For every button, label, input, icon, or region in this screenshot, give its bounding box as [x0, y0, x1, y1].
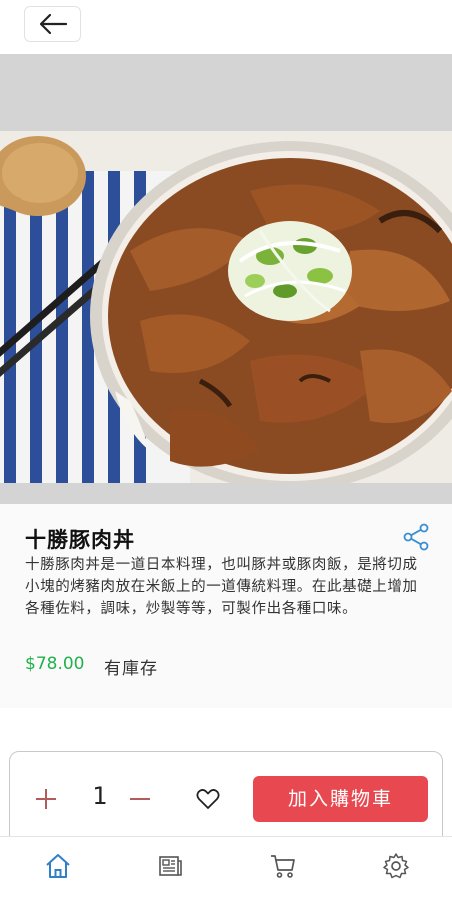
product-info-panel: 十勝豚肉丼 十勝豚肉丼是一道日本料理，也叫豚丼或豚肉飯，是將切成小塊的烤豬肉放在… — [0, 504, 452, 708]
pork-donburi-illustration — [0, 131, 452, 483]
product-image-area — [0, 54, 452, 504]
product-photo — [0, 131, 452, 483]
stock-status: 有庫存 — [104, 659, 158, 679]
heart-icon — [196, 789, 220, 809]
newspaper-icon — [159, 856, 182, 876]
nav-cart[interactable] — [268, 851, 298, 881]
decrease-quantity-button[interactable] — [126, 785, 154, 813]
favorite-button[interactable] — [194, 785, 222, 813]
cart-icon — [271, 855, 295, 878]
bottom-navigation — [0, 836, 452, 900]
nav-home[interactable] — [43, 851, 73, 881]
quantity-value: 1 — [92, 782, 108, 810]
arrow-left-icon — [39, 13, 67, 35]
product-description: 十勝豚肉丼是一道日本料理，也叫豚丼或豚肉飯，是將切成小塊的烤豬肉放在米飯上的一道… — [25, 557, 418, 617]
nav-settings[interactable] — [381, 851, 411, 881]
green-onion-garnish — [228, 221, 352, 321]
plus-icon — [36, 789, 56, 809]
home-icon — [46, 854, 70, 878]
share-button[interactable] — [401, 522, 431, 552]
share-icon — [403, 523, 429, 551]
product-price: $78.00 — [25, 654, 85, 674]
nav-catalog[interactable] — [155, 851, 185, 881]
product-title: 十勝豚肉丼 — [25, 528, 135, 552]
add-to-cart-button[interactable]: 加入購物車 — [253, 776, 428, 822]
increase-quantity-button[interactable] — [32, 785, 60, 813]
gear-icon — [383, 853, 409, 879]
minus-icon — [130, 798, 150, 800]
product-detail-page: 十勝豚肉丼 十勝豚肉丼是一道日本料理，也叫豚丼或豚肉飯，是將切成小塊的烤豬肉放在… — [0, 0, 452, 900]
back-button[interactable] — [24, 6, 81, 42]
top-bar — [0, 0, 452, 54]
